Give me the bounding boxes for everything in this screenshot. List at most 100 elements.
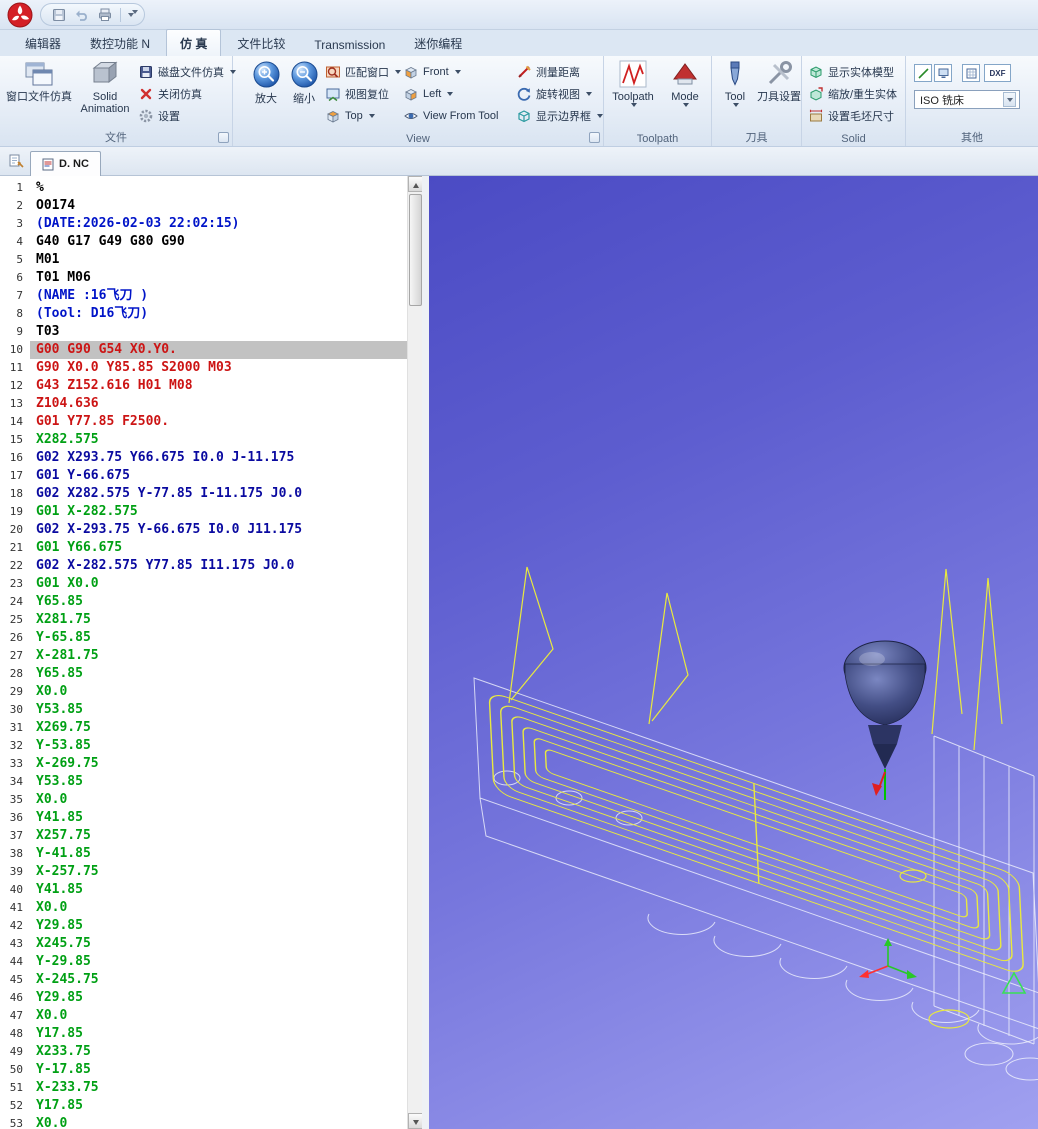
code-line[interactable]: 21 G01 Y66.675 (0, 539, 407, 557)
code-line[interactable]: 2 O0174 (0, 197, 407, 215)
code-line[interactable]: 26 Y-65.85 (0, 629, 407, 647)
document-tab-dnc[interactable]: D. NC (30, 151, 101, 176)
pin-document-icon[interactable] (8, 153, 25, 170)
code-line[interactable]: 14 G01 Y77.85 F2500. (0, 413, 407, 431)
code-line[interactable]: 39 X-257.75 (0, 863, 407, 881)
code-line[interactable]: 48 Y17.85 (0, 1025, 407, 1043)
code-line[interactable]: 6 T01 M06 (0, 269, 407, 287)
code-line[interactable]: 29 X0.0 (0, 683, 407, 701)
grid-export-button[interactable] (962, 64, 980, 82)
code-line[interactable]: 9 T03 (0, 323, 407, 341)
scrollbar-thumb[interactable] (409, 194, 422, 306)
combo-dropdown-button[interactable] (1003, 92, 1016, 107)
app-logo-icon[interactable] (7, 2, 33, 28)
measure-distance-button[interactable]: 测量距离 (516, 62, 580, 82)
code-line[interactable]: 42 Y29.85 (0, 917, 407, 935)
dialog-launcher-icon[interactable] (218, 132, 229, 143)
code-line[interactable]: 53 X0.0 (0, 1115, 407, 1129)
undo-icon[interactable] (74, 7, 90, 23)
scrollbar-down-button[interactable] (408, 1113, 423, 1129)
simulation-3d-viewport[interactable] (429, 176, 1038, 1129)
code-line[interactable]: 7 (NAME :16飞刀 ) (0, 287, 407, 305)
code-line[interactable]: 30 Y53.85 (0, 701, 407, 719)
code-line[interactable]: 36 Y41.85 (0, 809, 407, 827)
code-line[interactable]: 13 Z104.636 (0, 395, 407, 413)
code-line[interactable]: 23 G01 X0.0 (0, 575, 407, 593)
view-from-tool-button[interactable]: View From Tool (403, 106, 498, 126)
code-line[interactable]: 37 X257.75 (0, 827, 407, 845)
tab-nc-functions[interactable]: 数控功能 N (77, 30, 163, 56)
zoom-regenerate-solid-button[interactable]: 缩放/重生实体 (808, 84, 897, 104)
code-line[interactable]: 5 M01 (0, 251, 407, 269)
code-line[interactable]: 24 Y65.85 (0, 593, 407, 611)
reset-view-button[interactable]: 视图复位 (325, 84, 389, 104)
code-line[interactable]: 11 G90 X0.0 Y85.85 S2000 M03 (0, 359, 407, 377)
tab-transmission[interactable]: Transmission (301, 33, 398, 56)
tool-button[interactable]: Tool (714, 59, 756, 107)
set-stock-size-button[interactable]: 设置毛坯尺寸 (808, 106, 894, 126)
code-line[interactable]: 33 X-269.75 (0, 755, 407, 773)
code-line[interactable]: 19 G01 X-282.575 (0, 503, 407, 521)
rotate-view-button[interactable]: 旋转视图 (516, 84, 592, 104)
machine-type-select[interactable]: ISO 铣床 (914, 90, 1020, 109)
print-icon[interactable] (97, 7, 113, 23)
toolbar-overflow-caret-icon[interactable] (132, 10, 138, 14)
tab-simulation[interactable]: 仿 真 (166, 29, 222, 57)
code-line[interactable]: 40 Y41.85 (0, 881, 407, 899)
zoom-out-button[interactable]: 缩小 (287, 61, 321, 106)
code-line[interactable]: 12 G43 Z152.616 H01 M08 (0, 377, 407, 395)
code-line[interactable]: 34 Y53.85 (0, 773, 407, 791)
dialog-launcher-icon[interactable] (589, 132, 600, 143)
toolpath-button[interactable]: Toolpath (608, 59, 658, 107)
view-left-button[interactable]: Left (403, 84, 454, 104)
code-line[interactable]: 31 X269.75 (0, 719, 407, 737)
nc-code-editor[interactable]: 1% 2 O0174 3 (DATE:2026-02-03 22:02:15) 4 G40 … (0, 176, 407, 1129)
code-line[interactable]: 45 X-245.75 (0, 971, 407, 989)
code-line[interactable]: 49 X233.75 (0, 1043, 407, 1061)
editor-vertical-scrollbar[interactable] (407, 176, 423, 1129)
scrollbar-up-button[interactable] (408, 176, 423, 192)
show-solid-model-button[interactable]: 显示实体模型 (808, 62, 894, 82)
code-line[interactable]: 46 Y29.85 (0, 989, 407, 1007)
code-line[interactable]: 17 G01 Y-66.675 (0, 467, 407, 485)
tool-settings-button[interactable]: 刀具设置 (757, 59, 801, 103)
code-line[interactable]: 15 X282.575 (0, 431, 407, 449)
code-line[interactable]: 38 Y-41.85 (0, 845, 407, 863)
dxf-export-button[interactable]: DXF (984, 64, 1011, 82)
code-line[interactable]: 20 G02 X-293.75 Y-66.675 I0.0 J11.175 (0, 521, 407, 539)
code-line[interactable]: 16 G02 X293.75 Y66.675 I0.0 J-11.175 (0, 449, 407, 467)
screen-capture-button[interactable] (934, 64, 952, 82)
snapshot-tool-button[interactable] (914, 64, 932, 82)
view-top-button[interactable]: Top (325, 106, 375, 126)
code-line[interactable]: 25 X281.75 (0, 611, 407, 629)
tab-file-compare[interactable]: 文件比较 (224, 30, 298, 56)
code-line[interactable]: 52 Y17.85 (0, 1097, 407, 1115)
close-simulation-button[interactable]: 关闭仿真 (138, 84, 202, 104)
code-line[interactable]: 18 G02 X282.575 Y-77.85 I-11.175 J0.0 (0, 485, 407, 503)
code-line[interactable]: 3 (DATE:2026-02-03 22:02:15) (0, 215, 407, 233)
tab-editor[interactable]: 编辑器 (12, 30, 74, 56)
pane-splitter[interactable] (422, 176, 429, 1129)
show-bounding-box-button[interactable]: 显示边界框 (516, 106, 603, 126)
code-line[interactable]: 32 Y-53.85 (0, 737, 407, 755)
code-line[interactable]: 28 Y65.85 (0, 665, 407, 683)
code-line[interactable]: 27 X-281.75 (0, 647, 407, 665)
view-front-button[interactable]: Front (403, 62, 461, 82)
zoom-in-button[interactable]: 放大 (249, 61, 283, 106)
solid-animation-button[interactable]: Solid Animation (76, 59, 134, 115)
settings-button[interactable]: 设置 (138, 106, 180, 126)
code-line[interactable]: 8 (Tool: D16飞刀) (0, 305, 407, 323)
code-line[interactable]: 50 Y-17.85 (0, 1061, 407, 1079)
save-icon[interactable] (51, 7, 67, 23)
code-line[interactable]: 41 X0.0 (0, 899, 407, 917)
code-line[interactable]: 4 G40 G17 G49 G80 G90 (0, 233, 407, 251)
code-line[interactable]: 35 X0.0 (0, 791, 407, 809)
code-line[interactable]: 47 X0.0 (0, 1007, 407, 1025)
disk-file-simulation-button[interactable]: 磁盘文件仿真 (138, 62, 236, 82)
code-line[interactable]: 1% (0, 179, 407, 197)
tab-mini-programming[interactable]: 迷你编程 (401, 30, 475, 56)
mode-button[interactable]: Mode (662, 59, 708, 107)
code-line[interactable]: 44 Y-29.85 (0, 953, 407, 971)
window-file-simulation-button[interactable]: 窗口文件仿真 (4, 59, 74, 103)
code-line[interactable]: 10 G00 G90 G54 X0.Y0. (0, 341, 407, 359)
